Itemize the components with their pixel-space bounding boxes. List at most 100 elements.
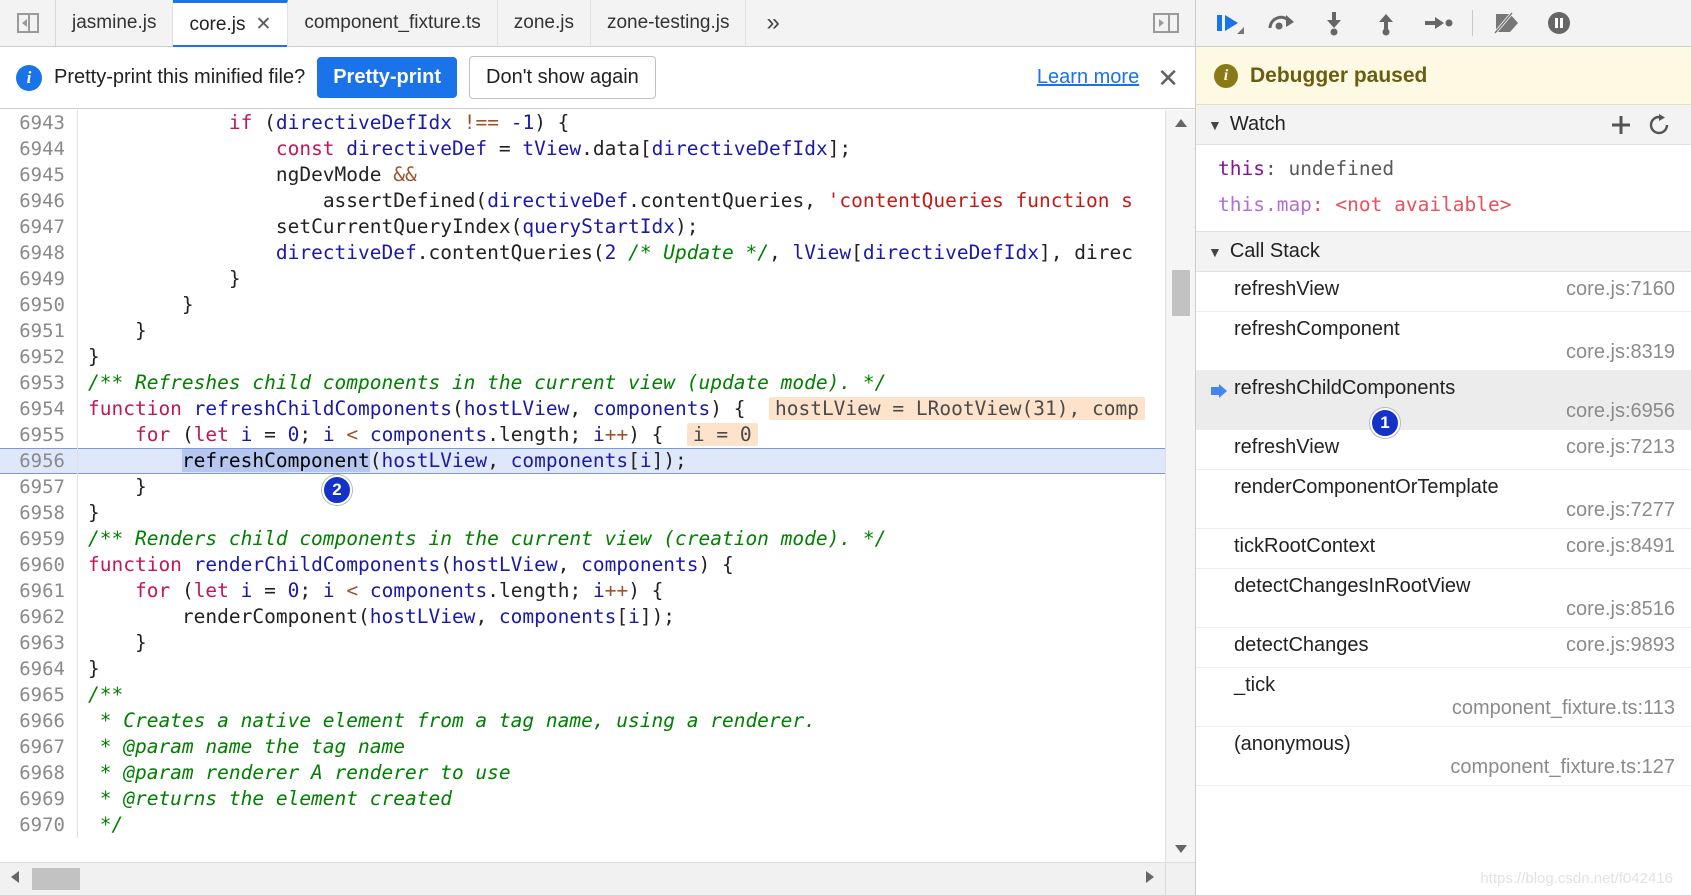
vertical-scrollbar-thumb[interactable]: [1172, 270, 1190, 316]
learn-more-link[interactable]: Learn more: [1037, 66, 1139, 89]
line-number[interactable]: 6949: [0, 266, 78, 292]
call-stack-frame[interactable]: detectChanges core.js:9893: [1196, 628, 1691, 668]
call-stack-frame[interactable]: refreshChildComponents core.js:6956: [1196, 371, 1691, 430]
line-number[interactable]: 6944: [0, 136, 78, 162]
line-number[interactable]: 6968: [0, 760, 78, 786]
step-over-icon[interactable]: [1258, 3, 1306, 43]
editor-vertical-scrollbar[interactable]: [1165, 110, 1195, 862]
line-number[interactable]: 6943: [0, 110, 78, 136]
line-number[interactable]: 6959: [0, 526, 78, 552]
watch-section-header[interactable]: ▼ Watch: [1196, 105, 1691, 145]
editor-line[interactable]: 6963 }: [0, 630, 1165, 656]
line-number[interactable]: 6947: [0, 214, 78, 240]
tab-zone-testing-js[interactable]: zone-testing.js: [590, 0, 747, 46]
call-stack-frame[interactable]: refreshView core.js:7213: [1196, 430, 1691, 470]
line-number[interactable]: 6963: [0, 630, 78, 656]
editor-line[interactable]: 6959 /** Renders child components in the …: [0, 526, 1165, 552]
step-into-icon[interactable]: [1310, 3, 1358, 43]
editor-line[interactable]: 6970 */: [0, 812, 1165, 838]
editor-line[interactable]: 6943 if (directiveDefIdx !== -1) {: [0, 110, 1165, 136]
call-stack-frame[interactable]: refreshView core.js:7160: [1196, 272, 1691, 312]
call-stack-frame[interactable]: _tick component_fixture.ts:113: [1196, 668, 1691, 727]
pause-on-exceptions-icon[interactable]: [1535, 3, 1583, 43]
editor-line[interactable]: 6961 for (let i = 0; i < components.leng…: [0, 578, 1165, 604]
editor-line[interactable]: 6965 /**: [0, 682, 1165, 708]
editor-line[interactable]: 6962 renderComponent(hostLView, componen…: [0, 604, 1165, 630]
editor-line[interactable]: 6951 }: [0, 318, 1165, 344]
line-number[interactable]: 6965: [0, 682, 78, 708]
line-number[interactable]: 6969: [0, 786, 78, 812]
editor-line[interactable]: 6946 assertDefined(directiveDef.contentQ…: [0, 188, 1165, 214]
resume-icon[interactable]: [1206, 3, 1254, 43]
editor-line[interactable]: 6956 refreshComponent(hostLView, compone…: [0, 448, 1165, 474]
chevron-down-icon[interactable]: ▼: [1208, 244, 1222, 260]
editor-line[interactable]: 6953 /** Refreshes child components in th…: [0, 370, 1165, 396]
line-number[interactable]: 6954: [0, 396, 78, 422]
chevron-down-icon[interactable]: ▼: [1208, 117, 1222, 133]
editor-line[interactable]: 6967 * @param name the tag name: [0, 734, 1165, 760]
call-stack-frame[interactable]: tickRootContext core.js:8491: [1196, 529, 1691, 569]
editor-horizontal-scrollbar[interactable]: [0, 862, 1165, 895]
code-viewport[interactable]: 6943 if (directiveDefIdx !== -1) {6944 c…: [0, 110, 1165, 862]
editor-line[interactable]: 6945 ngDevMode &&: [0, 162, 1165, 188]
scroll-up-icon[interactable]: [1166, 110, 1195, 136]
scroll-down-icon[interactable]: [1166, 836, 1195, 862]
pretty-print-button[interactable]: Pretty-print: [317, 57, 457, 98]
line-number[interactable]: 6945: [0, 162, 78, 188]
horizontal-scrollbar-thumb[interactable]: [32, 868, 80, 890]
line-number[interactable]: 6966: [0, 708, 78, 734]
tab-core-js[interactable]: core.js ✕: [173, 0, 289, 47]
editor-line[interactable]: 6944 const directiveDef = tView.data[dir…: [0, 136, 1165, 162]
watch-entry[interactable]: this: undefined: [1196, 151, 1691, 187]
tab-zone-js[interactable]: zone.js: [497, 0, 591, 46]
call-stack-frame[interactable]: detectChangesInRootView core.js:8516: [1196, 569, 1691, 628]
line-number[interactable]: 6960: [0, 552, 78, 578]
plus-icon[interactable]: [1609, 113, 1633, 137]
editor-line[interactable]: 6969 * @returns the element created: [0, 786, 1165, 812]
show-navigator-icon[interactable]: [0, 0, 56, 46]
refresh-icon[interactable]: [1647, 113, 1671, 137]
line-number[interactable]: 6948: [0, 240, 78, 266]
editor-line[interactable]: 6947 setCurrentQueryIndex(queryStartIdx)…: [0, 214, 1165, 240]
more-tabs-icon[interactable]: »: [746, 0, 799, 46]
line-number[interactable]: 6967: [0, 734, 78, 760]
call-stack-frame[interactable]: (anonymous) component_fixture.ts:127: [1196, 727, 1691, 786]
editor-line[interactable]: 6968 * @param renderer A renderer to use: [0, 760, 1165, 786]
deactivate-breakpoints-icon[interactable]: [1483, 3, 1531, 43]
editor-line[interactable]: 6958}: [0, 500, 1165, 526]
call-stack-section-header[interactable]: ▼ Call Stack: [1196, 232, 1691, 272]
line-number[interactable]: 6956: [0, 448, 78, 474]
line-number[interactable]: 6950: [0, 292, 78, 318]
line-number[interactable]: 6957: [0, 474, 78, 500]
line-number[interactable]: 6961: [0, 578, 78, 604]
editor-line[interactable]: 6957 }: [0, 474, 1165, 500]
line-number[interactable]: 6953: [0, 370, 78, 396]
close-icon[interactable]: ✕: [1151, 65, 1179, 91]
line-number[interactable]: 6962: [0, 604, 78, 630]
editor-line[interactable]: 6952}: [0, 344, 1165, 370]
call-stack-frame[interactable]: renderComponentOrTemplate core.js:7277: [1196, 470, 1691, 529]
editor-line[interactable]: 6948 directiveDef.contentQueries(2 /* Up…: [0, 240, 1165, 266]
editor-line[interactable]: 6960 function renderChildComponents(hostL…: [0, 552, 1165, 578]
editor-line[interactable]: 6966 * Creates a native element from a t…: [0, 708, 1165, 734]
tab-component-fixture-ts[interactable]: component_fixture.ts: [288, 0, 498, 46]
line-number[interactable]: 6951: [0, 318, 78, 344]
line-number[interactable]: 6958: [0, 500, 78, 526]
line-number[interactable]: 6955: [0, 422, 78, 448]
editor-line[interactable]: 6955 for (let i = 0; i < components.leng…: [0, 422, 1165, 448]
call-stack-frame[interactable]: refreshComponent core.js:8319: [1196, 312, 1691, 371]
editor-line[interactable]: 6950 }: [0, 292, 1165, 318]
scroll-right-icon[interactable]: [1135, 870, 1165, 889]
watch-entry[interactable]: this.map: <not available>: [1196, 187, 1691, 223]
close-icon[interactable]: ✕: [255, 15, 271, 34]
editor-line[interactable]: 6949 }: [0, 266, 1165, 292]
show-debugger-sidebar-icon[interactable]: [1151, 10, 1181, 36]
step-out-icon[interactable]: [1362, 3, 1410, 43]
step-icon[interactable]: [1414, 3, 1462, 43]
line-number[interactable]: 6946: [0, 188, 78, 214]
scroll-left-icon[interactable]: [0, 870, 30, 889]
line-number[interactable]: 6970: [0, 812, 78, 838]
tab-jasmine-js[interactable]: jasmine.js: [56, 0, 174, 46]
editor-line[interactable]: 6954 function refreshChildComponents(host…: [0, 396, 1165, 422]
dont-show-again-button[interactable]: Don't show again: [469, 56, 656, 99]
